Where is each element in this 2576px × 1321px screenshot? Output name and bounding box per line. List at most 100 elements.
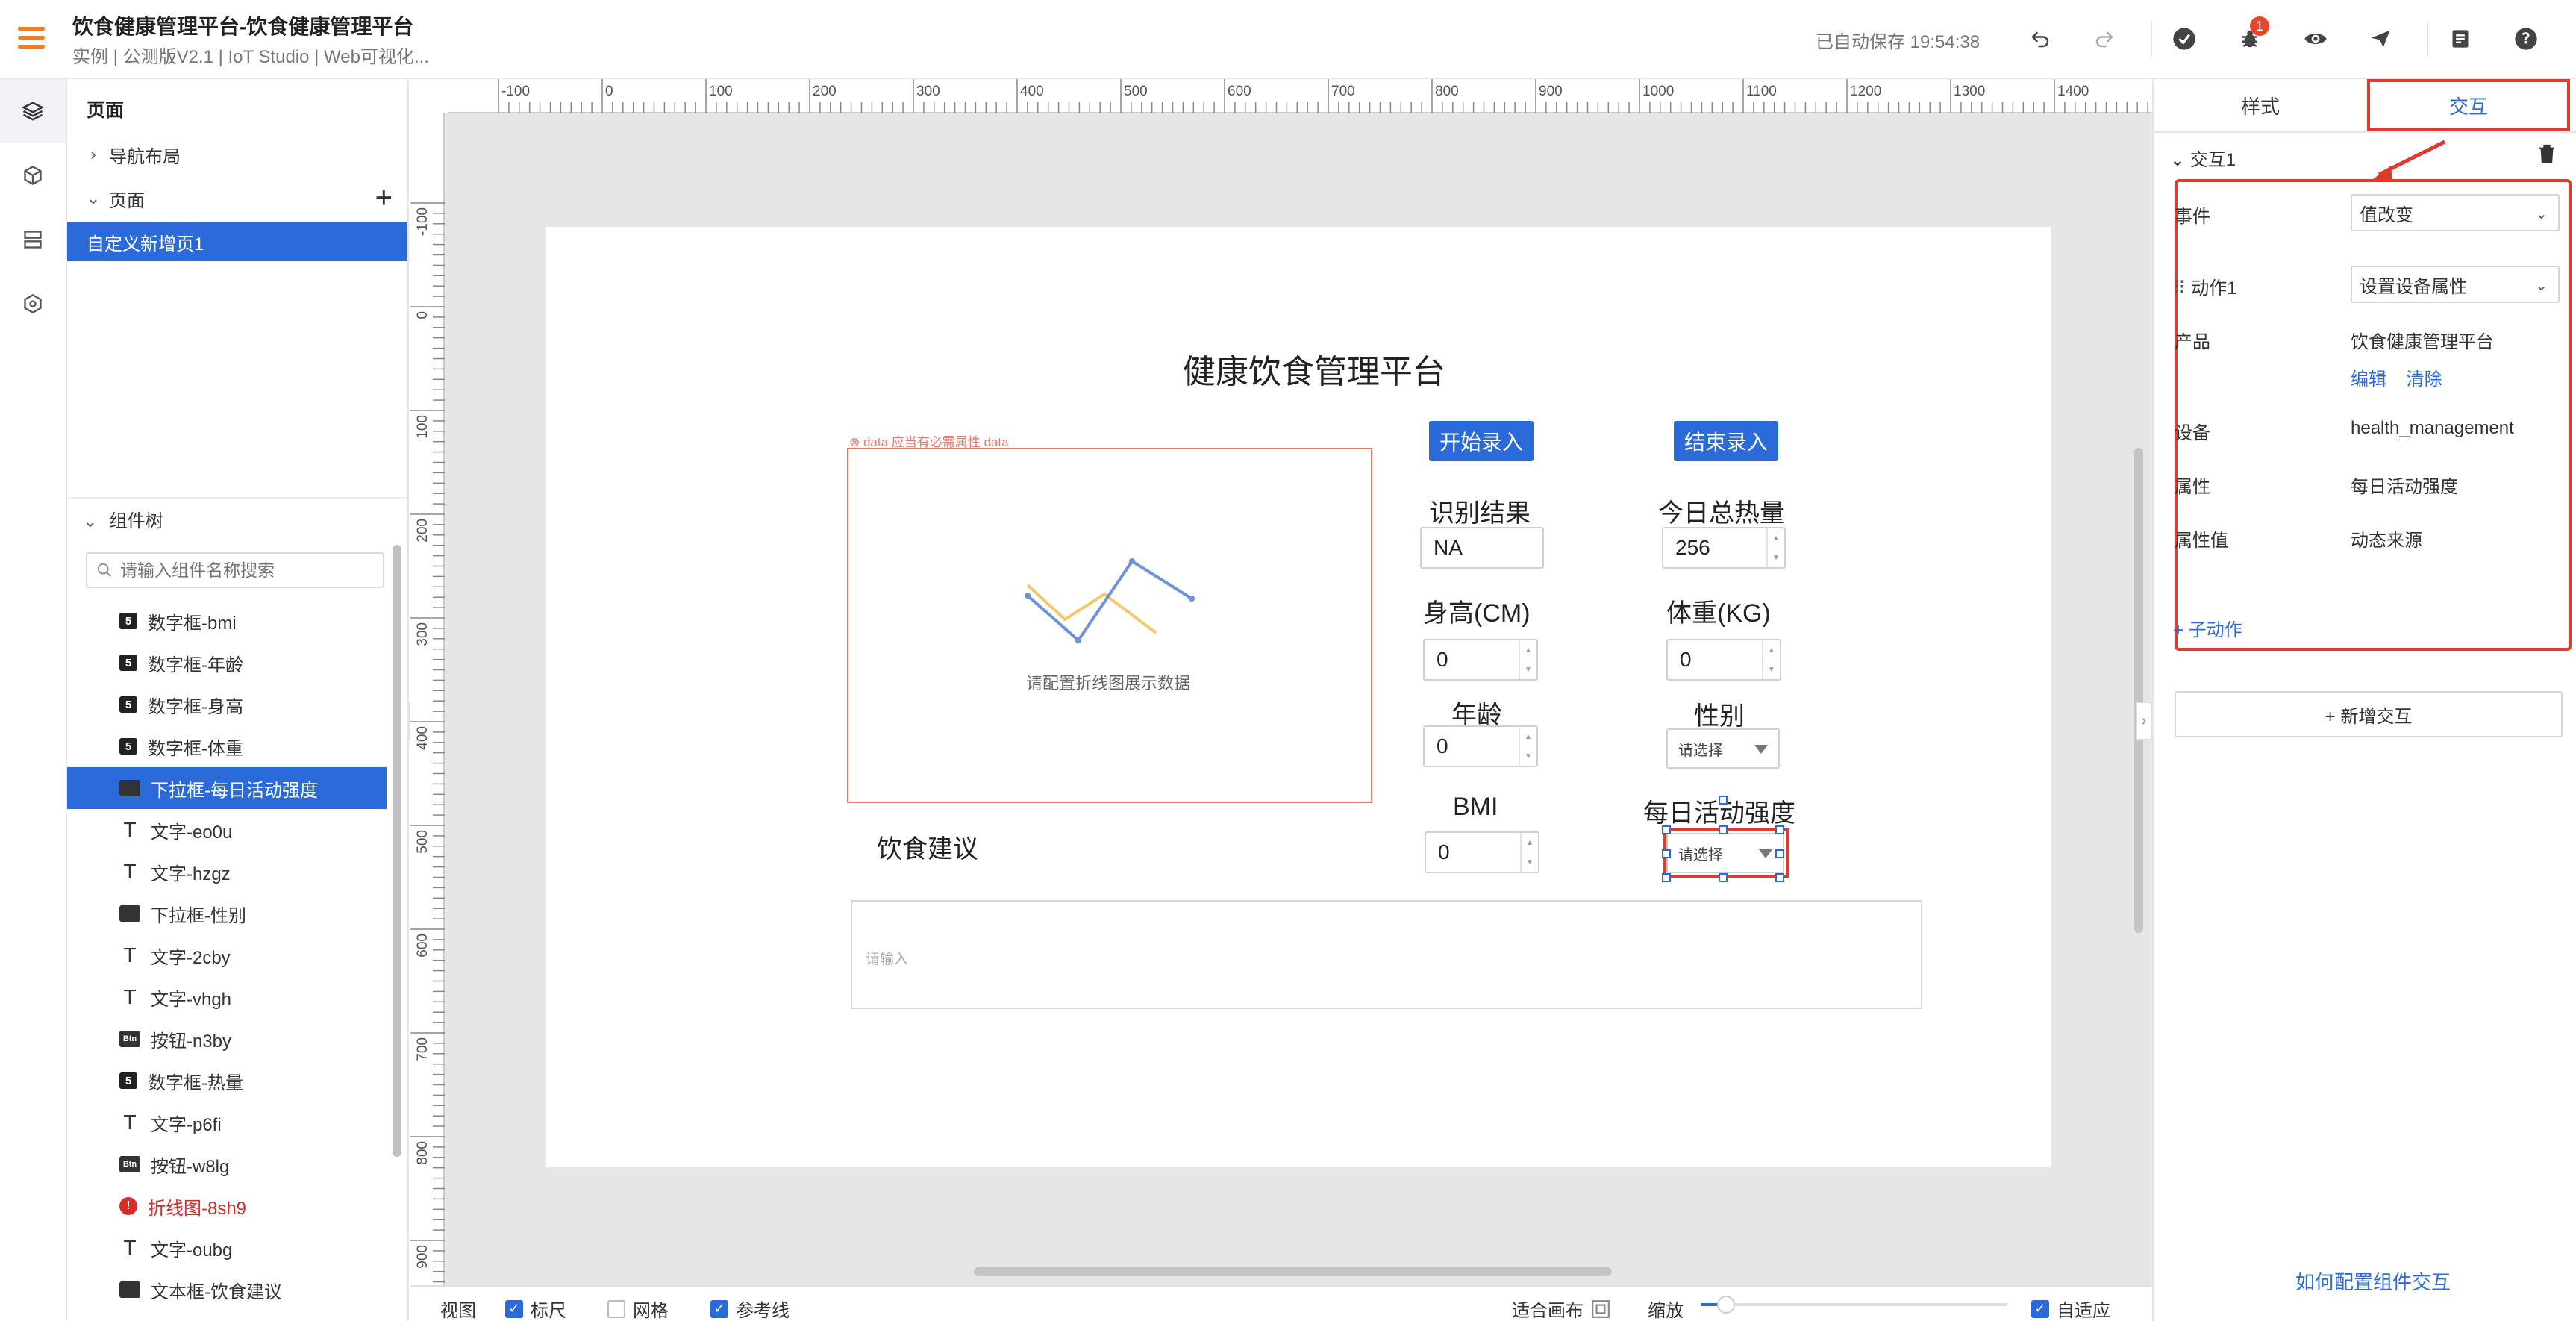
app-subtitle[interactable]: 实例 | 公测版V2.1 | IoT Studio | Web可视化... [72, 42, 429, 68]
resize-handle[interactable] [1662, 873, 1671, 882]
event-select[interactable]: 值改变 ⌄ [2351, 194, 2560, 231]
fit-canvas-button[interactable]: 适合画布 [1512, 1296, 1610, 1321]
checkbox-unchecked-icon[interactable] [607, 1299, 625, 1318]
tree-item[interactable]: 文本框-饮食建议 [67, 1269, 387, 1311]
add-sub-action-link[interactable]: + 子动作 [2173, 615, 2242, 641]
result-field[interactable]: NA [1420, 527, 1544, 569]
result-label[interactable]: 识别结果 [1429, 493, 1531, 529]
component-search[interactable] [86, 552, 384, 588]
tree-item[interactable]: T 文字-vhgh [67, 976, 387, 1018]
spin-arrows-icon[interactable]: ▲ ▼ [1519, 727, 1536, 766]
document-icon[interactable] [2445, 24, 2475, 54]
canvas-h-scrollbar[interactable] [974, 1267, 1612, 1276]
tree-item[interactable]: T 文字-2cby [67, 934, 387, 976]
resize-handle[interactable] [1775, 825, 1784, 834]
redo-icon[interactable] [2089, 24, 2119, 54]
advice-textarea[interactable]: 请输入 [851, 900, 1922, 1009]
calorie-stepper[interactable]: 256 ▲ ▼ [1662, 527, 1786, 569]
resize-handle[interactable] [1775, 849, 1784, 858]
resize-handle[interactable] [1662, 825, 1671, 834]
spin-arrows-icon[interactable]: ▲ ▼ [1766, 528, 1784, 567]
trash-icon[interactable] [2536, 142, 2558, 166]
resize-handle[interactable] [1719, 873, 1728, 882]
storage-icon[interactable] [0, 207, 66, 272]
tab-style[interactable]: 样式 [2154, 79, 2367, 131]
end-entry-button[interactable]: 结束录入 [1674, 421, 1778, 461]
line-chart-placeholder[interactable] [847, 448, 1372, 803]
tree-item[interactable]: 5 数字框-身高 [67, 684, 387, 725]
page-item-selected[interactable]: 自定义新增页1 [67, 222, 407, 261]
tree-item[interactable]: 下拉框-性别 [67, 893, 387, 934]
checkbox-checked-icon[interactable]: ✓ [710, 1299, 728, 1318]
add-interaction-button[interactable]: + 新增交互 [2175, 691, 2563, 737]
resize-handle[interactable] [1775, 873, 1784, 882]
drag-handle-icon[interactable]: ⠿ [2173, 278, 2191, 299]
bmi-label[interactable]: BMI [1453, 793, 1498, 822]
tree-item-label: 数字框-体重 [148, 738, 243, 759]
tree-item[interactable]: 5 数字框-体重 [67, 725, 387, 767]
advice-label[interactable]: 饮食建议 [877, 828, 978, 865]
calorie-label[interactable]: 今日总热量 [1658, 493, 1785, 529]
tree-item[interactable]: T 文字-oubg [67, 1227, 387, 1269]
tree-item[interactable]: 5 数字框-bmi [67, 600, 387, 642]
check-circle-icon[interactable] [2169, 24, 2199, 54]
tree-item[interactable]: ! 折线图-8sh9 [67, 1185, 387, 1227]
grid-toggle[interactable]: 网格 [607, 1296, 669, 1321]
resize-handle[interactable] [1719, 825, 1728, 834]
preview-eye-icon[interactable] [2301, 24, 2330, 54]
resize-handle[interactable] [1719, 796, 1728, 805]
canvas-v-scrollbar[interactable] [2134, 448, 2143, 933]
tree-item[interactable]: Btn 按钮-n3by [67, 1018, 387, 1060]
gender-select[interactable]: 请选择 [1666, 728, 1780, 769]
height-label[interactable]: 身高(CM) [1423, 593, 1531, 629]
gender-label[interactable]: 性别 [1694, 696, 1745, 732]
tree-scrollbar[interactable] [393, 545, 401, 1157]
help-icon[interactable]: ? [2511, 24, 2541, 54]
tree-item[interactable]: 5 数字框-年龄 [67, 642, 387, 684]
publish-send-icon[interactable] [2366, 24, 2395, 54]
tree-item[interactable]: T 文字-p6fi [67, 1102, 387, 1143]
checkbox-checked-icon[interactable]: ✓ [505, 1299, 523, 1318]
spin-arrows-icon[interactable]: ▲ ▼ [1762, 640, 1780, 679]
tree-item[interactable]: T 文字-hzgz [67, 851, 387, 893]
collapse-right-panel-button[interactable]: › [2136, 702, 2152, 740]
help-config-link[interactable]: 如何配置组件交互 [2295, 1267, 2451, 1295]
weight-stepper[interactable]: 0 ▲ ▼ [1666, 639, 1781, 681]
resize-handle[interactable] [1662, 849, 1671, 858]
age-stepper[interactable]: 0 ▲ ▼ [1423, 725, 1538, 767]
spin-arrows-icon[interactable]: ▲ ▼ [1519, 640, 1536, 679]
ruler-toggle[interactable]: ✓ 标尺 [505, 1296, 566, 1321]
start-entry-button[interactable]: 开始录入 [1429, 421, 1534, 461]
ruler-tick-label: 100 [709, 84, 733, 99]
action-select[interactable]: 设置设备属性 ⌄ [2351, 266, 2560, 303]
pages-row[interactable]: ⌄ 页面 + [67, 179, 407, 218]
guides-toggle[interactable]: ✓ 参考线 [710, 1296, 790, 1321]
add-page-icon[interactable]: + [375, 179, 393, 216]
tree-item[interactable]: 下拉框-每日活动强度 [67, 767, 387, 809]
settings-hex-icon[interactable] [0, 272, 66, 336]
layers-icon[interactable] [0, 79, 66, 143]
bmi-stepper[interactable]: 0 ▲ ▼ [1425, 831, 1539, 873]
edit-link[interactable]: 编辑 [2351, 369, 2386, 390]
undo-icon[interactable] [2025, 24, 2055, 54]
nav-layout-row[interactable]: › 导航布局 [67, 135, 407, 174]
menu-icon[interactable] [18, 27, 45, 49]
action-label[interactable]: ⠿ 动作1 [2173, 273, 2237, 299]
page-heading[interactable]: 健康饮食管理平台 [1183, 345, 1445, 393]
tree-item[interactable]: T 文字-eo0u [67, 809, 387, 851]
component-tree-header[interactable]: ⌄ 组件树 [81, 506, 163, 532]
zoom-slider-knob[interactable] [1716, 1296, 1735, 1314]
component-cube-icon[interactable] [0, 143, 66, 207]
search-input[interactable] [120, 560, 366, 581]
interaction-header[interactable]: ⌄ 交互1 [2170, 145, 2236, 171]
tree-item-label: 数字框-bmi [148, 613, 237, 634]
zoom-slider[interactable] [1701, 1296, 2007, 1314]
height-stepper[interactable]: 0 ▲ ▼ [1423, 639, 1538, 681]
tree-item[interactable]: Btn 按钮-w8lg [67, 1143, 387, 1185]
tree-item[interactable]: 5 数字框-热量 [67, 1060, 387, 1102]
checkbox-checked-icon[interactable]: ✓ [2031, 1299, 2049, 1318]
spin-arrows-icon[interactable]: ▲ ▼ [1520, 833, 1538, 872]
weight-label[interactable]: 体重(KG) [1666, 593, 1771, 629]
clear-link[interactable]: 清除 [2407, 369, 2442, 390]
adaptive-toggle[interactable]: ✓ 自适应 [2031, 1296, 2110, 1321]
